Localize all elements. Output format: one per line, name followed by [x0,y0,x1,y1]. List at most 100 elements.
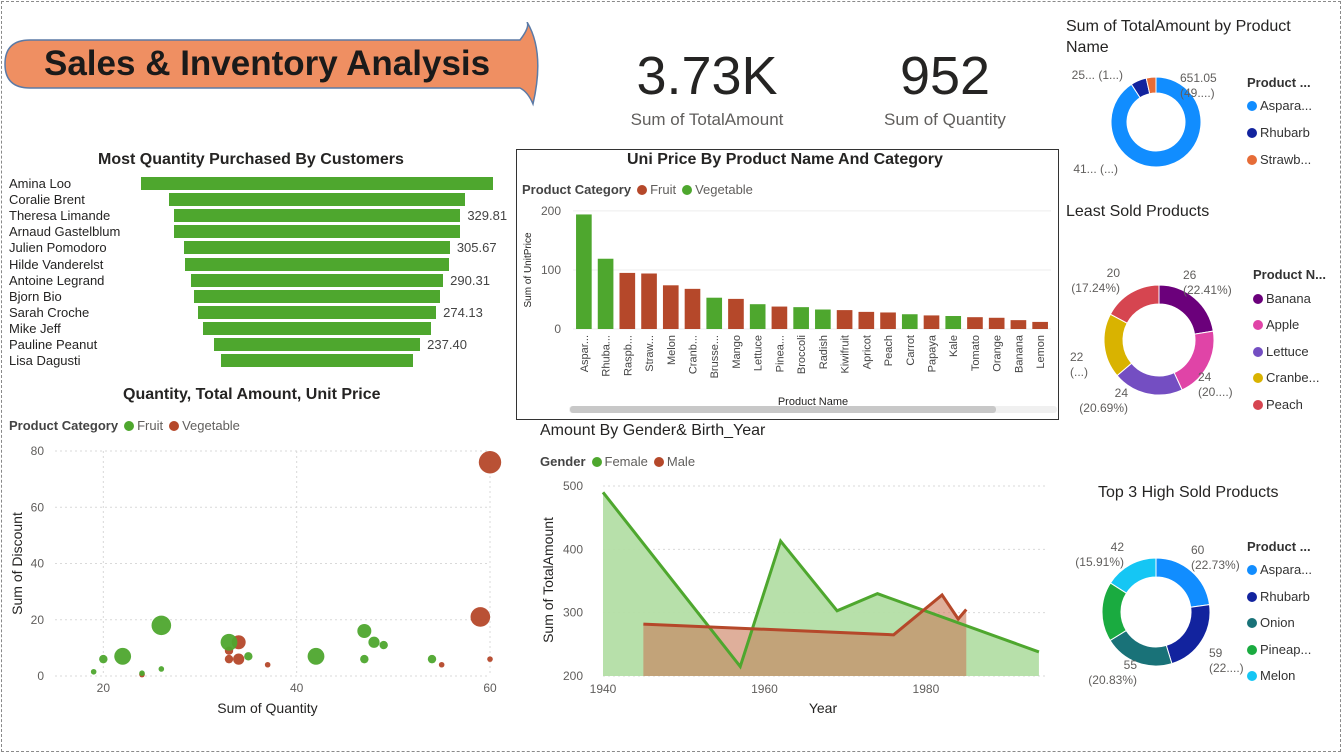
legend-item-asparagus[interactable]: Aspara... [1247,98,1312,113]
legend-dot-icon [1253,320,1263,330]
unit-x-tick: Raspb... [622,335,634,376]
legend-dot-vegetable-icon [169,421,180,431]
funnel-bar[interactable] [213,338,421,351]
gender-year-chart[interactable]: 200 300 400 500 1940 1960 1980 Year Sum of Total… [535,475,1055,720]
donut-total-legend-title: Product ... [1247,75,1311,90]
scatter-point [90,668,97,675]
unit-y-tick: 200 [541,204,561,218]
unit-price-bar [836,310,853,329]
funnel-bar[interactable] [221,354,413,368]
gender-legend: Gender Female Male [540,454,695,469]
scatter-legend-fruit[interactable]: Fruit [137,418,163,433]
legend-item-rhubarb[interactable]: Rhubarb [1247,589,1310,604]
legend-item-strawberry[interactable]: Strawb... [1247,152,1311,167]
funnel-title: Most Quantity Purchased By Customers [98,151,404,168]
donut-least-chart[interactable]: 26 (22.41%) 24 (20....) 24 (20.69%) 22 (...) 20(… [1060,255,1252,420]
gender-legend-male[interactable]: Male [667,454,695,469]
funnel-customer-name: Sarah Croche [9,304,90,320]
legend-item-lettuce[interactable]: Lettuce [1253,344,1309,359]
funnel-customer-name: Hilde Vanderelst [9,256,104,272]
legend-item-melon[interactable]: Melon [1247,668,1295,683]
funnel-customer-name: Arnaud Gastelblum [9,224,121,240]
scatter-point [224,654,234,664]
kpi-quantity-value: 952 [899,46,991,106]
line-y-tick: 500 [563,479,583,493]
funnel-bar[interactable] [169,193,465,207]
legend-dot-icon [1247,565,1257,575]
legend-item-cranberry[interactable]: Cranbe... [1253,370,1319,385]
funnel-bar[interactable] [190,273,444,287]
funnel-bar[interactable] [184,241,450,255]
scatter-x-label: Sum of Quantity [217,700,317,716]
unit-x-tick: Apricot [861,335,873,369]
unit-price-chart[interactable]: 0 100 200 Sum of UnitPrice Aspar... Rhuba... R… [517,200,1058,418]
unit-price-bar [988,317,1005,329]
unit-price-bar [771,306,788,329]
unit-price-bar [923,315,940,329]
unit-price-bar [662,285,679,329]
funnel-bar[interactable] [203,321,431,335]
unit-x-tick: Lemon [1035,335,1047,369]
gender-legend-female[interactable]: Female [605,454,648,469]
legend-item-onion[interactable]: Onion [1247,615,1295,630]
donut-data-label: 20 (17.24%) [1071,266,1120,295]
legend-dot-icon [1247,671,1257,681]
page-title: Sales & Inventory Analysis [44,44,491,83]
unit-x-tick: Brusse... [709,335,721,378]
unit-legend-vegetable[interactable]: Vegetable [695,182,753,197]
donut-total-title: Sum of TotalAmount by Product Name [1066,18,1291,56]
unit-price-bar [880,312,896,329]
unit-price-bar [706,297,723,329]
legend-dot-female-icon [591,457,602,467]
unit-x-tick: Mango [731,335,743,369]
scatter-point [427,654,437,664]
legend-item-asparagus[interactable]: Aspara... [1247,562,1312,577]
funnel-bar[interactable] [194,289,440,303]
horizontal-scrollbar-thumb [570,406,996,413]
donut-total-chart[interactable]: 651.05 (49....) 41... (...) 25... (1...) [1060,60,1246,185]
legend-item-peach[interactable]: Peach [1253,397,1303,412]
donut-data-label: 24 (20.69%) [1079,386,1128,415]
funnel-customer-name: Pauline Peanut [9,337,98,352]
legend-dot-icon [1253,294,1263,304]
unit-price-bar [901,314,918,329]
unit-x-tick: Pinea... [774,335,786,372]
funnel-bar[interactable] [173,209,461,223]
scatter-y-tick: 40 [31,557,45,571]
legend-dot-icon [1253,347,1263,357]
funnel-customer-name: Amina Loo [9,176,72,191]
scatter-point [307,647,325,665]
scatter-chart[interactable]: 0 20 40 60 80 20 40 60 Sum of Quantity Sum of Dis… [0,440,505,720]
line-y-tick: 400 [563,542,583,556]
funnel-data-label: 290.31 [450,272,490,288]
funnel-customer-name: Mike Jeff [9,320,61,336]
unit-y-tick: 0 [554,322,561,336]
line-x-tick: 1940 [590,682,617,696]
funnel-bar[interactable] [197,305,437,319]
scatter-point [379,640,388,650]
legend-item-apple[interactable]: Apple [1253,317,1299,332]
funnel-bar[interactable] [141,177,493,190]
unit-x-tick: Melon [666,335,678,365]
donut-top-chart[interactable]: 60 (22.73%) 59 (22....) 55 (20.83%) 42 (15.91%) [1060,530,1246,700]
unit-price-bar [793,307,809,329]
donut-slice [1165,604,1211,665]
legend-item-pineapple[interactable]: Pineap... [1247,642,1311,657]
legend-item-banana[interactable]: Banana [1253,291,1311,306]
legend-item-rhubarb[interactable]: Rhubarb [1247,125,1310,140]
scatter-point [244,652,253,661]
unit-x-tick: Kiwifruit [840,335,852,374]
scatter-point [233,653,245,665]
unit-price-bar [815,309,831,329]
scatter-x-tick: 60 [483,681,497,695]
unit-legend-fruit[interactable]: Fruit [650,182,676,197]
legend-dot-icon [1247,618,1257,628]
funnel-bar[interactable] [185,257,449,271]
unit-price-bar [641,273,657,329]
scatter-legend-vegetable[interactable]: Vegetable [182,418,240,433]
funnel-bar[interactable] [174,225,460,239]
legend-label: Aspara... [1260,562,1313,577]
scatter-point [264,661,271,668]
legend-label: Rhubarb [1260,589,1310,604]
legend-dot-fruit-icon [637,185,648,195]
